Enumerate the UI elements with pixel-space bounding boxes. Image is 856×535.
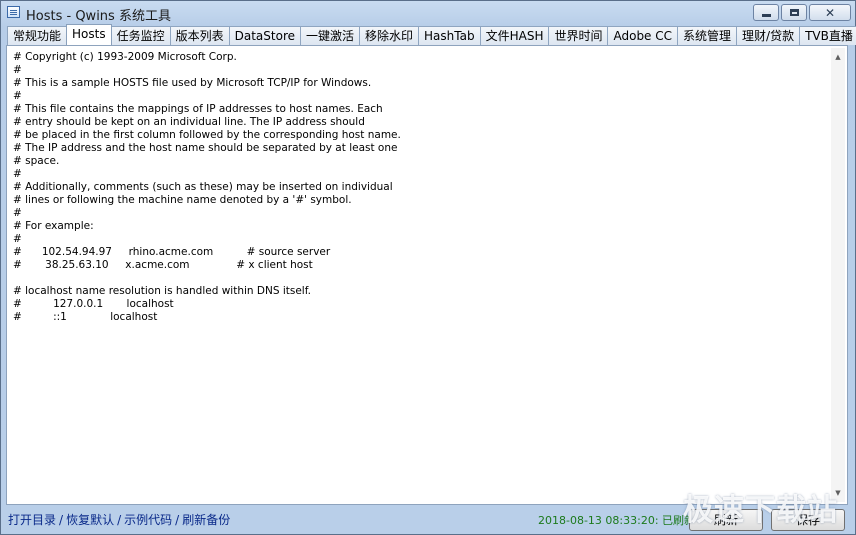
tab-system-management[interactable]: 系统管理	[677, 26, 738, 45]
hosts-line: #	[13, 207, 22, 219]
tab-tvb-live[interactable]: TVB直播	[799, 26, 856, 45]
hosts-line: #	[13, 168, 22, 180]
tab-one-click-activate[interactable]: 一键激活	[300, 26, 361, 45]
link-separator: /	[59, 513, 64, 527]
open-directory-link[interactable]: 打开目录	[8, 513, 56, 527]
scroll-up-icon[interactable]: ▲	[831, 50, 845, 64]
maximize-icon	[789, 9, 799, 16]
link-separator: /	[117, 513, 122, 527]
hosts-line: # lines or following the machine name de…	[13, 194, 352, 206]
link-separator: /	[175, 513, 180, 527]
sample-code-link[interactable]: 示例代码	[124, 513, 172, 527]
tab-adobe-cc[interactable]: Adobe CC	[607, 26, 679, 45]
tab-hashtab[interactable]: HashTab	[418, 26, 481, 45]
hosts-line: # be placed in the first column followed…	[13, 129, 401, 141]
hosts-line: # space.	[13, 155, 60, 167]
hosts-text-editor[interactable]: # Copyright (c) 1993-2009 Microsoft Corp…	[13, 51, 831, 501]
save-button[interactable]: 保存	[771, 509, 845, 531]
close-button[interactable]: ✕	[809, 4, 851, 21]
window-title: Hosts - Qwins 系统工具	[26, 9, 171, 24]
hosts-line: # ::1 localhost	[13, 311, 158, 323]
restore-default-link[interactable]: 恢复默认	[66, 513, 114, 527]
footer-bar: 打开目录 / 恢复默认 / 示例代码 / 刷新备份 2018-08-13 08:33:20:…	[1, 505, 855, 534]
tab-file-hash[interactable]: 文件HASH	[479, 26, 550, 45]
tab-finance-loan[interactable]: 理财/贷款	[736, 26, 801, 45]
hosts-line: # The IP address and the host name shoul…	[13, 142, 398, 154]
tab-remove-watermark[interactable]: 移除水印	[359, 26, 420, 45]
minimize-icon	[761, 13, 771, 17]
tab-datastore[interactable]: DataStore	[228, 26, 301, 45]
hosts-line: # This file contains the mappings of IP …	[13, 103, 383, 115]
hosts-line: # This is a sample HOSTS file used by Mi…	[13, 77, 372, 89]
vertical-scrollbar[interactable]: ▲ ▼	[831, 48, 845, 502]
tab-version-list[interactable]: 版本列表	[169, 26, 230, 45]
hosts-line: #	[13, 90, 22, 102]
refresh-backup-link[interactable]: 刷新备份	[182, 513, 230, 527]
tab-bar: 常规功能 Hosts 任务监控 版本列表 DataStore 一键激活 移除水印…	[7, 24, 856, 45]
hosts-line: # 127.0.0.1 localhost	[13, 298, 174, 310]
tab-hosts[interactable]: Hosts	[66, 24, 112, 45]
status-text: 2018-08-13 08:33:20: 已刷新	[538, 514, 696, 527]
hosts-line: # 102.54.94.97 rhino.acme.com # source s…	[13, 246, 331, 258]
minimize-button[interactable]	[753, 4, 779, 21]
hosts-line: #	[13, 233, 22, 245]
app-window: Hosts - Qwins 系统工具 ✕ 常规功能 Hosts 任务监控 版本列…	[0, 0, 856, 535]
hosts-panel: # Copyright (c) 1993-2009 Microsoft Corp…	[6, 45, 848, 505]
close-icon: ✕	[824, 5, 836, 20]
app-icon	[7, 6, 20, 18]
tab-general[interactable]: 常规功能	[7, 26, 68, 45]
hosts-line: # Additionally, comments (such as these)…	[13, 181, 393, 193]
hosts-line: # 38.25.63.10 x.acme.com # x client host	[13, 259, 313, 271]
hosts-line: # For example:	[13, 220, 94, 232]
title-bar[interactable]: Hosts - Qwins 系统工具 ✕	[1, 1, 855, 25]
scroll-down-icon[interactable]: ▼	[831, 486, 845, 500]
hosts-line	[13, 272, 831, 285]
window-controls: ✕	[751, 4, 851, 21]
hosts-line: # Copyright (c) 1993-2009 Microsoft Corp…	[13, 51, 237, 63]
hosts-line: # localhost name resolution is handled w…	[13, 285, 311, 297]
refresh-button[interactable]: 刷新	[689, 509, 763, 531]
maximize-button[interactable]	[781, 4, 807, 21]
tab-task-monitor[interactable]: 任务监控	[110, 26, 171, 45]
tab-world-time[interactable]: 世界时间	[548, 26, 609, 45]
hosts-line: #	[13, 64, 22, 76]
hosts-line: # entry should be kept on an individual …	[13, 116, 365, 128]
footer-links: 打开目录 / 恢复默认 / 示例代码 / 刷新备份	[8, 511, 230, 528]
